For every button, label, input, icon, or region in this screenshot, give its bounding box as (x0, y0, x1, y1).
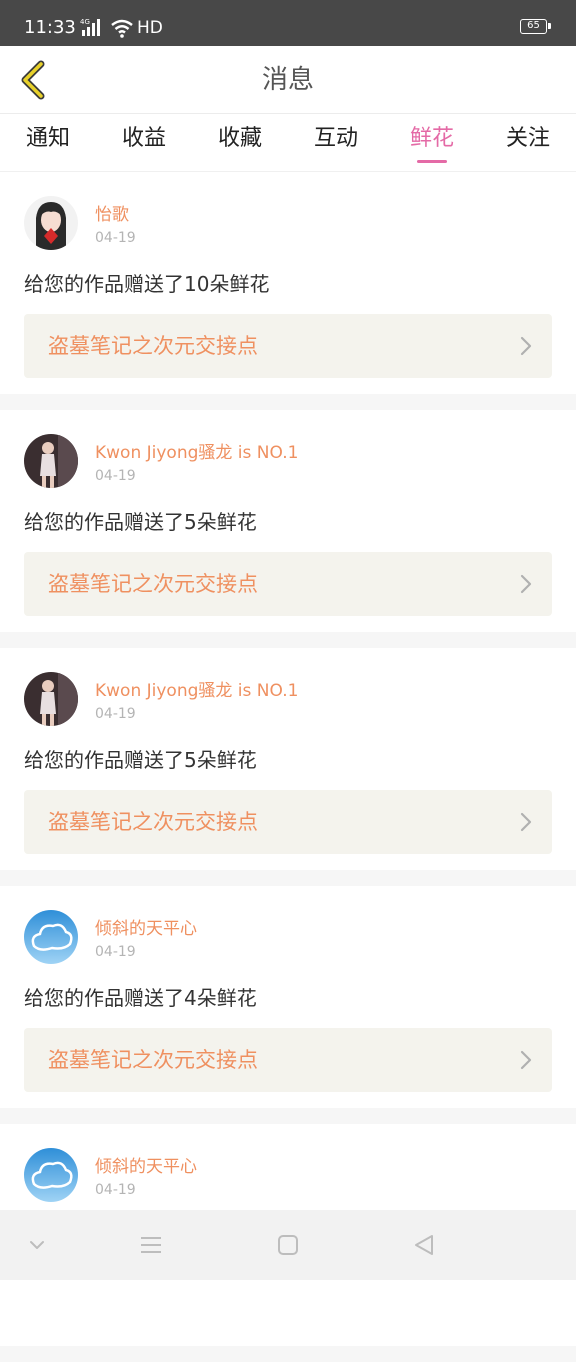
username[interactable]: Kwon Jiyong骚龙 is NO.1 (95, 676, 298, 701)
system-nav-bar (0, 1210, 576, 1280)
hd-label: HD (137, 18, 163, 38)
list-item: 怡歌 04-19 给您的作品赠送了10朵鲜花 盗墓笔记之次元交接点 (0, 172, 576, 394)
work-link[interactable]: 盗墓笔记之次元交接点 (24, 314, 552, 378)
menu-icon[interactable] (138, 1232, 164, 1258)
tab-flowers[interactable]: 鲜花 (384, 114, 480, 172)
tab-following[interactable]: 关注 (480, 114, 576, 172)
cloud-avatar-icon (24, 910, 78, 964)
back-button[interactable] (10, 56, 54, 104)
work-link[interactable]: 盗墓笔记之次元交接点 (24, 790, 552, 854)
chevron-right-icon (520, 336, 532, 356)
tab-earnings[interactable]: 收益 (96, 114, 192, 172)
battery-level: 65 (527, 20, 540, 31)
person-photo-avatar-icon (24, 434, 78, 488)
tab-interactions[interactable]: 互动 (288, 114, 384, 172)
message-text: 给您的作品赠送了5朵鲜花 (24, 510, 257, 534)
header-bar: 消息 (0, 46, 576, 114)
message-date: 04-19 (95, 230, 136, 246)
message-text: 给您的作品赠送了4朵鲜花 (24, 986, 257, 1010)
cloud-avatar-icon (24, 1148, 78, 1202)
tab-bar: 通知 收益 收藏 互动 鲜花 关注 (0, 114, 576, 172)
chevron-right-icon (520, 574, 532, 594)
message-text: 给您的作品赠送了5朵鲜花 (24, 748, 257, 772)
avatar[interactable] (24, 910, 78, 964)
page-title: 消息 (261, 65, 314, 95)
person-photo-avatar-icon (24, 672, 78, 726)
list-item: Kwon Jiyong骚龙 is NO.1 04-19 给您的作品赠送了5朵鲜花… (0, 648, 576, 870)
tab-flowers-label: 鲜花 (409, 126, 454, 151)
username[interactable]: 怡歌 (95, 200, 129, 225)
message-text: 给您的作品赠送了10朵鲜花 (24, 272, 270, 296)
work-title: 盗墓笔记之次元交接点 (48, 572, 258, 596)
work-link[interactable]: 盗墓笔记之次元交接点 (24, 1028, 552, 1092)
message-date: 04-19 (95, 944, 136, 960)
avatar[interactable] (24, 1148, 78, 1202)
username[interactable]: Kwon Jiyong骚龙 is NO.1 (95, 438, 298, 463)
message-date: 04-19 (95, 706, 136, 722)
status-bar: 11:33 4G HD 65 (0, 0, 576, 46)
cell-signal-icon: 4G (80, 18, 100, 36)
tab-favorites[interactable]: 收藏 (192, 114, 288, 172)
list-item: 倾斜的天平心 04-19 给您的作品赠送了4朵鲜花 盗墓笔记之次元交接点 (0, 886, 576, 1108)
status-time: 11:33 (24, 17, 76, 38)
back-triangle-icon[interactable] (411, 1232, 437, 1258)
message-date: 04-19 (95, 468, 136, 484)
work-title: 盗墓笔记之次元交接点 (48, 334, 258, 358)
chevron-right-icon (520, 812, 532, 832)
work-title: 盗墓笔记之次元交接点 (48, 1048, 258, 1072)
back-arrow-icon (21, 60, 45, 100)
wifi-icon (111, 19, 133, 38)
avatar[interactable] (24, 434, 78, 488)
message-date: 04-19 (95, 1182, 136, 1198)
home-square-icon[interactable] (275, 1232, 301, 1258)
girl-portrait-avatar-icon (24, 196, 78, 250)
work-link[interactable]: 盗墓笔记之次元交接点 (24, 552, 552, 616)
active-tab-indicator (417, 160, 447, 163)
avatar[interactable] (24, 196, 78, 250)
battery-icon: 65 (520, 19, 551, 34)
username[interactable]: 倾斜的天平心 (95, 914, 197, 939)
list-item: Kwon Jiyong骚龙 is NO.1 04-19 给您的作品赠送了5朵鲜花… (0, 410, 576, 632)
message-list: 怡歌 04-19 给您的作品赠送了10朵鲜花 盗墓笔记之次元交接点 Kwon J… (0, 172, 576, 1362)
chevron-down-icon[interactable] (24, 1232, 50, 1258)
avatar[interactable] (24, 672, 78, 726)
username[interactable]: 倾斜的天平心 (95, 1152, 197, 1177)
tab-notifications[interactable]: 通知 (0, 114, 96, 172)
chevron-right-icon (520, 1050, 532, 1070)
network-type: 4G (80, 18, 90, 26)
work-title: 盗墓笔记之次元交接点 (48, 810, 258, 834)
